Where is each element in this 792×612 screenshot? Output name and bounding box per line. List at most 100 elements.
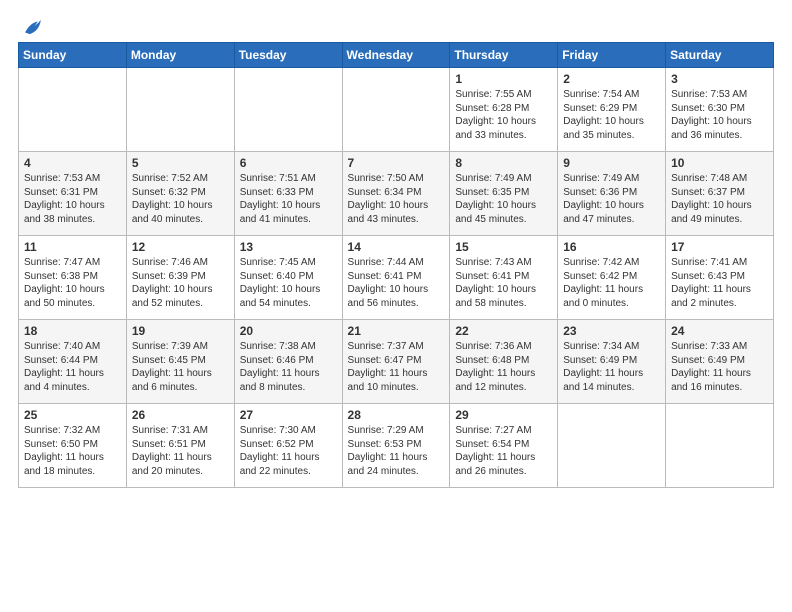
cell-info: Sunrise: 7:29 AMSunset: 6:53 PMDaylight:… [348,424,446,478]
cell-info: Sunrise: 7:54 AMSunset: 6:29 PMDaylight:… [563,88,661,142]
day-number: 4 [24,156,122,170]
cell-info: Sunrise: 7:36 AMSunset: 6:48 PMDaylight:… [455,340,553,394]
calendar-cell: 4Sunrise: 7:53 AMSunset: 6:31 PMDaylight… [19,152,127,236]
calendar-cell: 19Sunrise: 7:39 AMSunset: 6:45 PMDayligh… [126,320,234,404]
day-number: 27 [240,408,338,422]
cell-info: Sunrise: 7:40 AMSunset: 6:44 PMDaylight:… [24,340,122,394]
calendar-cell [558,404,666,488]
calendar-cell [126,68,234,152]
cell-info: Sunrise: 7:44 AMSunset: 6:41 PMDaylight:… [348,256,446,310]
calendar-cell: 6 Sunrise: 7:51 AMSunset: 6:33 PMDaylight… [234,152,342,236]
header-row: SundayMondayTuesdayWednesdayThursdayFrid… [19,43,774,68]
calendar-cell: 21 Sunrise: 7:37 AMSunset: 6:47 PMDayligh… [342,320,450,404]
calendar-cell: 3 Sunrise: 7:53 AMSunset: 6:30 PMDaylight… [666,68,774,152]
day-number: 5 [132,156,230,170]
day-number: 21 [348,324,446,338]
header-day-saturday: Saturday [666,43,774,68]
day-number: 15 [455,240,553,254]
day-number: 9 [563,156,661,170]
logo [18,18,44,36]
header [18,18,774,32]
header-day-wednesday: Wednesday [342,43,450,68]
cell-info: Sunrise: 7:38 AMSunset: 6:46 PMDaylight:… [240,340,338,394]
day-number: 24 [671,324,769,338]
cell-info: Sunrise: 7:31 AMSunset: 6:51 PMDaylight:… [132,424,230,478]
day-number: 17 [671,240,769,254]
day-number: 18 [24,324,122,338]
cell-info: Sunrise: 7:41 AMSunset: 6:43 PMDaylight:… [671,256,769,310]
calendar-cell: 2 Sunrise: 7:54 AMSunset: 6:29 PMDaylight… [558,68,666,152]
header-day-friday: Friday [558,43,666,68]
calendar-cell [666,404,774,488]
day-number: 7 [348,156,446,170]
week-row-3: 18 Sunrise: 7:40 AMSunset: 6:44 PMDayligh… [19,320,774,404]
calendar-cell: 10 Sunrise: 7:48 AMSunset: 6:37 PMDayligh… [666,152,774,236]
day-number: 3 [671,72,769,86]
day-number: 29 [455,408,553,422]
calendar-cell: 8 Sunrise: 7:49 AMSunset: 6:35 PMDaylight… [450,152,558,236]
calendar-cell: 20 Sunrise: 7:38 AMSunset: 6:46 PMDayligh… [234,320,342,404]
cell-info: Sunrise: 7:53 AMSunset: 6:30 PMDaylight:… [671,88,769,142]
week-row-4: 25Sunrise: 7:32 AMSunset: 6:50 PMDayligh… [19,404,774,488]
day-number: 14 [348,240,446,254]
calendar-cell: 17 Sunrise: 7:41 AMSunset: 6:43 PMDayligh… [666,236,774,320]
calendar-table: SundayMondayTuesdayWednesdayThursdayFrid… [18,42,774,488]
day-number: 26 [132,408,230,422]
calendar-cell: 24 Sunrise: 7:33 AMSunset: 6:49 PMDayligh… [666,320,774,404]
header-day-tuesday: Tuesday [234,43,342,68]
cell-info: Sunrise: 7:34 AMSunset: 6:49 PMDaylight:… [563,340,661,394]
cell-info: Sunrise: 7:52 AMSunset: 6:32 PMDaylight:… [132,172,230,226]
calendar-cell: 18 Sunrise: 7:40 AMSunset: 6:44 PMDayligh… [19,320,127,404]
cell-info: Sunrise: 7:32 AMSunset: 6:50 PMDaylight:… [24,424,122,478]
calendar-cell [342,68,450,152]
cell-info: Sunrise: 7:46 AMSunset: 6:39 PMDaylight:… [132,256,230,310]
week-row-1: 4Sunrise: 7:53 AMSunset: 6:31 PMDaylight… [19,152,774,236]
cell-info: Sunrise: 7:37 AMSunset: 6:47 PMDaylight:… [348,340,446,394]
cell-info: Sunrise: 7:48 AMSunset: 6:37 PMDaylight:… [671,172,769,226]
calendar-cell: 27Sunrise: 7:30 AMSunset: 6:52 PMDayligh… [234,404,342,488]
calendar-cell: 1Sunrise: 7:55 AMSunset: 6:28 PMDaylight… [450,68,558,152]
header-day-sunday: Sunday [19,43,127,68]
cell-info: Sunrise: 7:51 AMSunset: 6:33 PMDaylight:… [240,172,338,226]
calendar-cell: 28 Sunrise: 7:29 AMSunset: 6:53 PMDayligh… [342,404,450,488]
cell-info: Sunrise: 7:27 AMSunset: 6:54 PMDaylight:… [455,424,553,478]
header-day-thursday: Thursday [450,43,558,68]
day-number: 10 [671,156,769,170]
day-number: 13 [240,240,338,254]
day-number: 6 [240,156,338,170]
calendar-cell: 5 Sunrise: 7:52 AMSunset: 6:32 PMDaylight… [126,152,234,236]
logo-area [18,18,44,32]
calendar-cell [234,68,342,152]
cell-info: Sunrise: 7:42 AMSunset: 6:42 PMDaylight:… [563,256,661,310]
day-number: 28 [348,408,446,422]
cell-info: Sunrise: 7:55 AMSunset: 6:28 PMDaylight:… [455,88,553,142]
header-day-monday: Monday [126,43,234,68]
calendar-cell: 12 Sunrise: 7:46 AMSunset: 6:39 PMDayligh… [126,236,234,320]
cell-info: Sunrise: 7:43 AMSunset: 6:41 PMDaylight:… [455,256,553,310]
day-number: 16 [563,240,661,254]
cell-info: Sunrise: 7:50 AMSunset: 6:34 PMDaylight:… [348,172,446,226]
day-number: 8 [455,156,553,170]
calendar-cell: 29 Sunrise: 7:27 AMSunset: 6:54 PMDayligh… [450,404,558,488]
day-number: 12 [132,240,230,254]
calendar-cell: 11Sunrise: 7:47 AMSunset: 6:38 PMDayligh… [19,236,127,320]
day-number: 22 [455,324,553,338]
page-container: SundayMondayTuesdayWednesdayThursdayFrid… [0,0,792,498]
calendar-cell: 7 Sunrise: 7:50 AMSunset: 6:34 PMDaylight… [342,152,450,236]
calendar-cell: 23 Sunrise: 7:34 AMSunset: 6:49 PMDayligh… [558,320,666,404]
calendar-cell: 25Sunrise: 7:32 AMSunset: 6:50 PMDayligh… [19,404,127,488]
calendar-cell: 9 Sunrise: 7:49 AMSunset: 6:36 PMDaylight… [558,152,666,236]
week-row-0: 1Sunrise: 7:55 AMSunset: 6:28 PMDaylight… [19,68,774,152]
day-number: 11 [24,240,122,254]
cell-info: Sunrise: 7:49 AMSunset: 6:36 PMDaylight:… [563,172,661,226]
day-number: 19 [132,324,230,338]
calendar-cell: 22 Sunrise: 7:36 AMSunset: 6:48 PMDayligh… [450,320,558,404]
logo-bird-icon [22,18,44,36]
calendar-cell: 13Sunrise: 7:45 AMSunset: 6:40 PMDayligh… [234,236,342,320]
calendar-cell: 14 Sunrise: 7:44 AMSunset: 6:41 PMDayligh… [342,236,450,320]
cell-info: Sunrise: 7:33 AMSunset: 6:49 PMDaylight:… [671,340,769,394]
day-number: 2 [563,72,661,86]
cell-info: Sunrise: 7:49 AMSunset: 6:35 PMDaylight:… [455,172,553,226]
day-number: 23 [563,324,661,338]
day-number: 20 [240,324,338,338]
